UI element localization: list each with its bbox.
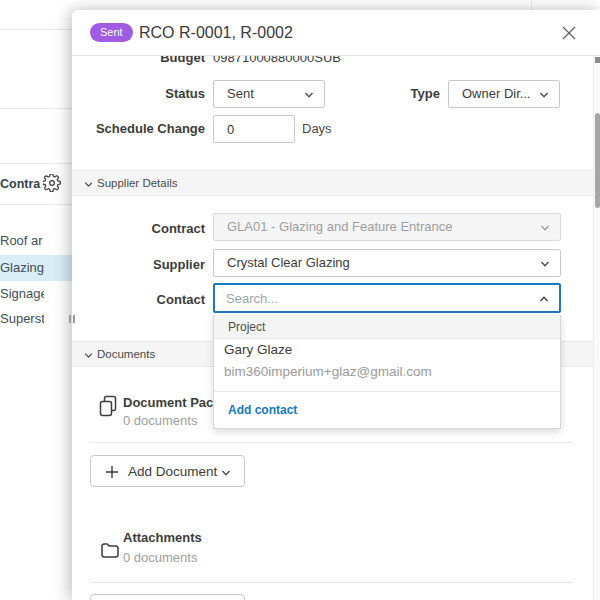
divider <box>90 442 573 443</box>
gear-icon[interactable] <box>43 174 61 192</box>
divider <box>90 582 573 583</box>
chevron-up-icon[interactable] <box>538 293 550 305</box>
chevron-down-icon <box>83 350 94 361</box>
chevron-down-icon <box>220 467 232 479</box>
dropdown-contact-name[interactable]: Gary Glaze <box>224 342 292 357</box>
type-select[interactable]: Owner Dir... <box>448 80 560 108</box>
page: Contra Roof ar Glazing Signage Superst S… <box>0 0 600 600</box>
sidebar-panel-title: Contra <box>0 177 41 191</box>
sidebar-item-glazing[interactable]: Glazing <box>0 255 72 281</box>
add-contact-link[interactable]: Add contact <box>228 403 297 417</box>
dialog-title: RCO R-0001, R-0002 <box>139 24 293 42</box>
attachments-title: Attachments <box>123 530 202 545</box>
sidebar-item-roof[interactable]: Roof ar <box>0 228 72 254</box>
days-suffix: Days <box>302 121 332 137</box>
budget-label: Budget <box>72 56 205 67</box>
dropdown-contact-email[interactable]: bim360imperium+glaz@gmail.com <box>224 364 432 379</box>
schedule-change-label: Schedule Change <box>72 121 205 137</box>
panel-resize-grip[interactable] <box>69 315 76 323</box>
rco-dialog: Sent RCO R-0001, R-0002 Budget 098710008… <box>72 10 600 600</box>
contact-label: Contact <box>72 292 205 308</box>
divider <box>214 391 560 392</box>
supplier-label: Supplier <box>72 257 205 273</box>
schedule-change-input[interactable] <box>213 115 295 143</box>
close-icon[interactable] <box>561 25 577 41</box>
attachments-folder-icon <box>100 542 120 559</box>
sidebar-item-superstructure[interactable]: Superst <box>0 306 44 332</box>
add-document-button[interactable]: Add Document <box>90 455 245 487</box>
contract-select: GLA01 - Glazing and Feature Entrance <box>213 213 561 241</box>
dialog-body: Budget 09871000880000SUB Status Sent Typ… <box>72 56 593 600</box>
dropdown-group-header: Project <box>214 315 560 339</box>
divider <box>0 108 72 109</box>
document-package-icon <box>98 395 118 417</box>
dialog-header: Sent RCO R-0001, R-0002 <box>72 10 600 56</box>
type-label: Type <box>307 86 440 102</box>
chevron-down-icon <box>538 89 550 101</box>
status-label: Status <box>72 86 205 102</box>
background-column-line <box>531 0 532 10</box>
scrollbar-top-marker <box>595 57 600 63</box>
scrollbar[interactable] <box>593 56 600 600</box>
attachments-count: 0 documents <box>123 550 197 565</box>
divider <box>0 204 72 205</box>
status-badge: Sent <box>90 23 133 42</box>
background-left-panel: Contra Roof ar Glazing Signage Superst <box>0 0 72 600</box>
contact-dropdown: Project Gary Glaze bim360imperium+glaz@g… <box>213 315 561 429</box>
sidebar-item-signage[interactable]: Signage <box>0 281 44 307</box>
divider <box>0 163 72 164</box>
contact-search-input[interactable] <box>215 285 559 311</box>
plus-icon <box>105 465 119 479</box>
contract-label: Contract <box>72 221 205 237</box>
chevron-down-icon <box>539 258 551 270</box>
divider <box>0 29 72 30</box>
partial-bottom-button[interactable] <box>90 594 245 600</box>
document-package-count: 0 documents <box>123 413 197 428</box>
scrollbar-thumb[interactable] <box>595 113 600 208</box>
budget-row: Budget 09871000880000SUB <box>72 56 593 67</box>
budget-value: 09871000880000SUB <box>213 56 341 67</box>
chevron-down-icon <box>83 179 94 190</box>
supplier-select[interactable]: Crystal Clear Glazing <box>213 249 561 277</box>
supplier-details-section-header[interactable]: Supplier Details <box>72 170 593 196</box>
contact-search-combobox[interactable] <box>213 283 561 313</box>
chevron-down-icon <box>539 222 551 234</box>
